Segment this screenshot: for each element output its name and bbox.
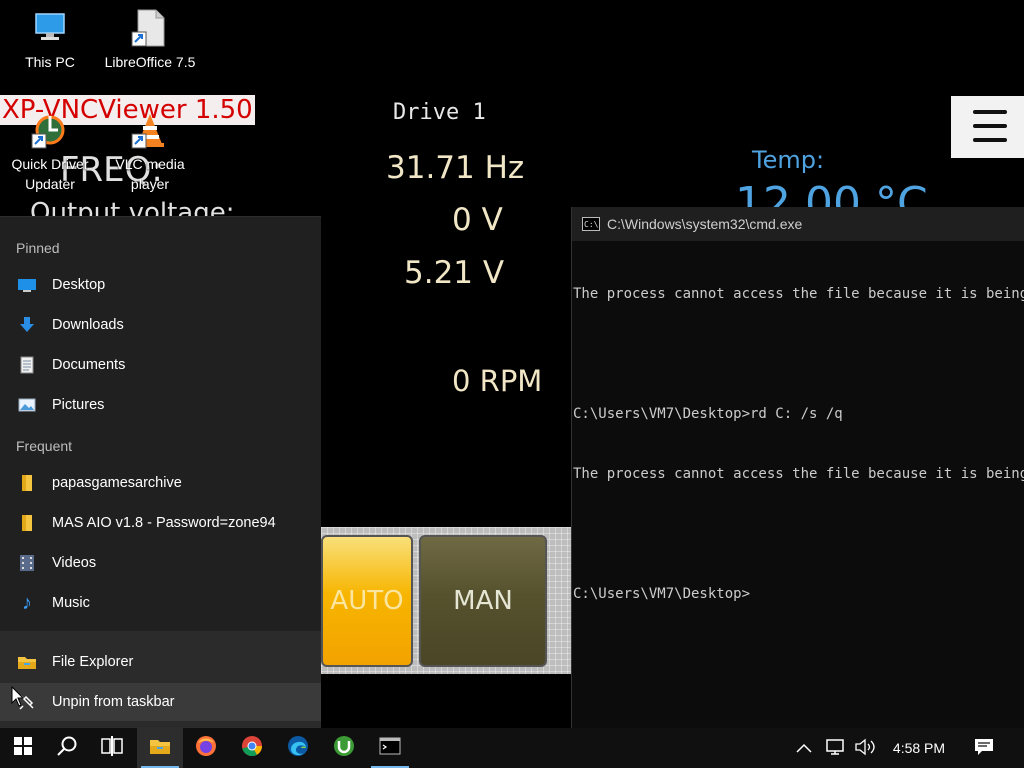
- voltage2-value: 5.21 V: [404, 255, 505, 291]
- cmd-line: [573, 524, 1024, 544]
- jumplist-unpin[interactable]: Unpin from taskbar: [0, 683, 321, 721]
- taskbar-chrome[interactable]: [229, 728, 275, 768]
- jumplist-file-explorer[interactable]: File Explorer: [0, 643, 321, 681]
- desktop-icon: [17, 275, 37, 295]
- task-view-button[interactable]: [89, 728, 135, 768]
- utorrent-icon: [333, 735, 355, 762]
- cmd-title: C:\Windows\system32\cmd.exe: [607, 216, 803, 232]
- jumplist-item-videos[interactable]: Videos: [0, 544, 321, 582]
- taskbar-cmd[interactable]: [367, 728, 413, 768]
- temp-label: Temp:: [752, 146, 825, 174]
- mode-button-panel: AUTO MAN: [321, 527, 572, 674]
- clock[interactable]: 4:58 PM: [884, 728, 954, 768]
- menu-bar-icon: [973, 138, 1007, 142]
- file-explorer-jump-list: Pinned Desktop Downloads Documents Pictu…: [0, 216, 321, 729]
- jumplist-item-music[interactable]: ♪ Music: [0, 584, 321, 622]
- cmd-line: The process cannot access the file becau…: [573, 286, 1024, 302]
- this-pc-icon: [30, 8, 70, 48]
- show-hidden-icons-button[interactable]: [790, 728, 818, 768]
- search-button[interactable]: [44, 728, 90, 768]
- libreoffice-icon: [130, 8, 170, 48]
- start-button[interactable]: [0, 728, 46, 768]
- cmd-icon: C:\: [582, 217, 600, 231]
- hamburger-menu-button[interactable]: [951, 96, 1024, 158]
- jumplist-item-label: Pictures: [52, 397, 105, 413]
- temp-value: 12.00 °C: [735, 178, 928, 207]
- desktop-icon-vlc[interactable]: VLC media player: [100, 110, 200, 194]
- jumplist-item-label: MAS AIO v1.8 - Password=zone94: [52, 515, 276, 531]
- jumplist-item-label: Desktop: [52, 277, 106, 293]
- jumplist-item-mas-aio[interactable]: MAS AIO v1.8 - Password=zone94: [0, 504, 321, 542]
- videos-icon: [17, 553, 37, 573]
- edge-icon: [287, 735, 309, 762]
- jumplist-item-label: File Explorer: [52, 654, 134, 670]
- jumplist-item-label: Documents: [52, 357, 126, 373]
- cmd-line: C:\Users\VM7\Desktop>rd C: /s /q: [573, 406, 843, 422]
- file-explorer-icon: [149, 737, 171, 760]
- network-icon: [825, 738, 845, 759]
- jumplist-item-label: Unpin from taskbar: [52, 694, 175, 710]
- taskbar-utorrent[interactable]: [321, 728, 367, 768]
- jumplist-item-desktop[interactable]: Desktop: [0, 266, 321, 304]
- man-button[interactable]: MAN: [419, 535, 547, 667]
- desktop-icon-libreoffice[interactable]: LibreOffice 7.5: [100, 8, 200, 72]
- jumplist-item-documents[interactable]: Documents: [0, 346, 321, 384]
- drive-label: Drive 1: [393, 100, 486, 125]
- cmd-line: [573, 344, 1024, 364]
- jumplist-item-papasgamesarchive[interactable]: papasgamesarchive: [0, 464, 321, 502]
- cmd-title-bar[interactable]: C:\ C:\Windows\system32\cmd.exe: [572, 207, 1024, 241]
- desktop-icon-label: LibreOffice 7.5: [104, 54, 196, 70]
- menu-bar-icon: [973, 110, 1007, 114]
- music-icon: ♪: [22, 591, 32, 614]
- rpm-value: 0 RPM: [452, 364, 543, 398]
- task-view-icon: [101, 735, 123, 761]
- pictures-icon: [17, 395, 37, 415]
- menu-bar-icon: [973, 124, 1007, 128]
- desktop-icon-label: Quick Driver Updater: [11, 156, 89, 192]
- chrome-icon: [241, 735, 263, 762]
- network-button[interactable]: [820, 728, 850, 768]
- file-explorer-icon: [17, 652, 37, 672]
- folder-icon: [17, 513, 37, 533]
- taskbar-edge[interactable]: [275, 728, 321, 768]
- volume-icon: [854, 738, 876, 759]
- cmd-line: The process cannot access the file becau…: [573, 466, 1024, 482]
- action-center-button[interactable]: [962, 728, 1006, 768]
- downloads-icon: [17, 315, 37, 335]
- auto-button[interactable]: AUTO: [321, 535, 413, 667]
- desktop-icon-label: VLC media player: [115, 156, 185, 192]
- cmd-line: C:\Users\VM7\Desktop>: [573, 586, 751, 602]
- jumplist-item-label: papasgamesarchive: [52, 475, 182, 491]
- cmd-window[interactable]: C:\ C:\Windows\system32\cmd.exe The proc…: [571, 207, 1024, 730]
- volume-button[interactable]: [850, 728, 880, 768]
- firefox-icon: [195, 735, 217, 762]
- chevron-up-icon: [796, 740, 812, 756]
- frequent-heading: Frequent: [16, 438, 73, 454]
- voltage-value: 0 V: [452, 202, 503, 238]
- taskbar-file-explorer[interactable]: [137, 728, 183, 768]
- vlc-icon: [130, 110, 170, 150]
- taskbar: 4:58 PM: [0, 728, 1024, 768]
- freq-value: 31.71 Hz: [386, 150, 525, 186]
- jumplist-item-label: Music: [52, 595, 90, 611]
- jumplist-tasks: File Explorer Unpin from taskbar: [0, 631, 321, 729]
- jumplist-item-downloads[interactable]: Downloads: [0, 306, 321, 344]
- jumplist-item-label: Downloads: [52, 317, 124, 333]
- documents-icon: [17, 355, 37, 375]
- pinned-heading: Pinned: [16, 240, 60, 256]
- jumplist-item-pictures[interactable]: Pictures: [0, 386, 321, 424]
- jumplist-item-label: Videos: [52, 555, 97, 571]
- start-icon: [13, 736, 33, 761]
- folder-icon: [17, 473, 37, 493]
- desktop-icon-quick-driver-updater[interactable]: Quick Driver Updater: [0, 110, 100, 194]
- notifications-icon: [974, 738, 994, 759]
- cmd-icon: [379, 737, 401, 760]
- desktop-icon-this-pc[interactable]: This PC: [0, 8, 100, 72]
- taskbar-firefox[interactable]: [183, 728, 229, 768]
- cmd-output[interactable]: The process cannot access the file becau…: [573, 244, 1024, 644]
- search-icon: [56, 735, 78, 762]
- quick-driver-updater-icon: [30, 110, 70, 150]
- mouse-cursor-icon: [11, 685, 25, 713]
- desktop-icon-label: This PC: [25, 54, 75, 70]
